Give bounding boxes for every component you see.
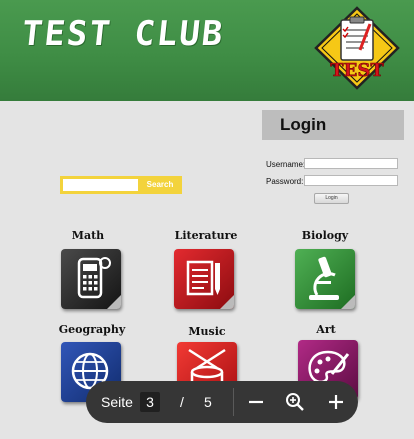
subject-label: Art (316, 323, 336, 336)
warning-sign-icon: TEST (314, 6, 400, 90)
password-label: Password: (266, 177, 304, 186)
page-label: Seite (101, 394, 133, 410)
username-field[interactable] (304, 158, 398, 169)
zoom-out-icon[interactable] (245, 391, 267, 413)
login-title: Login (280, 115, 327, 134)
zoom-fit-icon[interactable] (284, 391, 306, 413)
login-panel-header: Login (262, 110, 404, 140)
site-header: TEST CLUB TEST (0, 0, 414, 101)
logo-text: TEST (330, 60, 384, 81)
search-input[interactable] (63, 179, 138, 191)
search-bar: Search (60, 176, 182, 194)
subject-label: Geography (58, 323, 126, 336)
username-label: Username: (266, 160, 306, 169)
login-button[interactable]: Login (314, 193, 349, 204)
subject-label: Literature (174, 229, 238, 242)
calculator-icon (61, 249, 121, 309)
test-logo[interactable]: TEST (314, 6, 400, 90)
document-pencil-icon (174, 249, 234, 309)
pdf-viewer-toolbar: Seite 3 / 5 (86, 381, 358, 423)
search-button[interactable]: Search (140, 179, 180, 191)
page-number-input[interactable]: 3 (140, 392, 160, 412)
total-pages: 5 (204, 394, 212, 410)
microscope-icon (295, 249, 355, 309)
subject-label: Math (71, 229, 105, 242)
page-separator: / (180, 394, 184, 410)
zoom-in-icon[interactable] (325, 391, 347, 413)
subject-label: Biology (301, 229, 349, 242)
site-title: TEST CLUB (19, 14, 227, 54)
password-field[interactable] (304, 175, 398, 186)
subject-label: Music (188, 325, 226, 338)
toolbar-divider (233, 388, 234, 416)
